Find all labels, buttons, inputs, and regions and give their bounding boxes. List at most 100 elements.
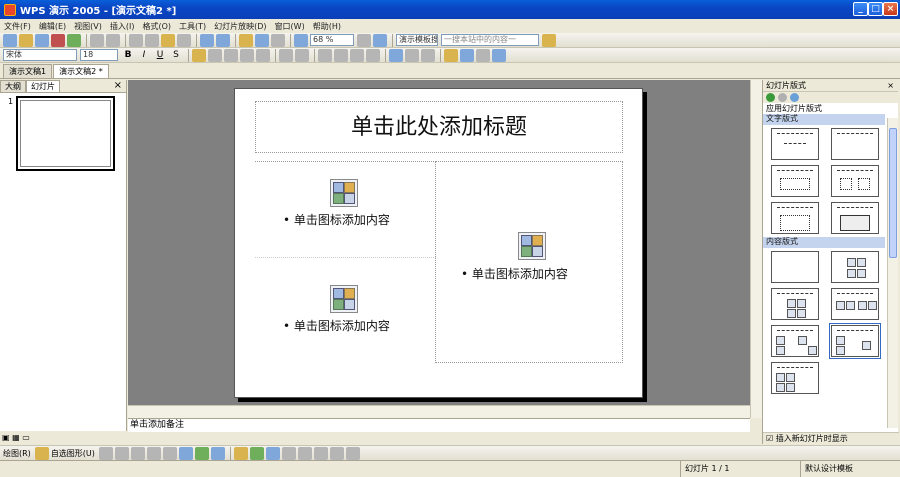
- close-icon[interactable]: ×: [887, 80, 894, 91]
- task-pane-scrollbar[interactable]: [887, 118, 898, 428]
- insert-content-icon[interactable]: [330, 285, 358, 313]
- shadow-icon[interactable]: [329, 446, 344, 460]
- zoom-fit-icon[interactable]: [357, 33, 371, 47]
- layout-title-list[interactable]: [771, 202, 819, 234]
- search-engine-select[interactable]: 演示模板搜索: [396, 34, 438, 46]
- undo-icon[interactable]: [200, 33, 214, 47]
- menu-edit[interactable]: 编辑(E): [39, 21, 66, 32]
- bullets-icon[interactable]: [295, 48, 309, 62]
- slideshow-icon[interactable]: [492, 48, 506, 62]
- maximize-button[interactable]: □: [868, 2, 883, 16]
- line-color-icon[interactable]: [249, 446, 264, 460]
- select-icon[interactable]: [34, 446, 49, 460]
- font-color-icon[interactable]: [389, 48, 403, 62]
- layout-blank[interactable]: [771, 251, 819, 283]
- line-icon[interactable]: [98, 446, 113, 460]
- layout-title-content[interactable]: [771, 288, 819, 320]
- format-painter-icon[interactable]: [177, 33, 191, 47]
- font-size-select[interactable]: 18: [80, 49, 118, 61]
- line-style-icon[interactable]: [281, 446, 296, 460]
- italic-button[interactable]: I: [137, 49, 151, 62]
- insert-content-icon[interactable]: [330, 179, 358, 207]
- menu-window[interactable]: 窗口(W): [275, 21, 305, 32]
- layout-icon[interactable]: [460, 48, 474, 62]
- layout-title-two-content[interactable]: [831, 288, 879, 320]
- decrease-font-icon[interactable]: [334, 48, 348, 62]
- arrow-icon[interactable]: [114, 446, 129, 460]
- clipart-icon[interactable]: [194, 446, 209, 460]
- print-preview-icon[interactable]: [106, 33, 120, 47]
- sorter-view-icon[interactable]: ▦: [12, 433, 20, 442]
- horizontal-scrollbar[interactable]: [128, 405, 750, 418]
- insert-image-icon[interactable]: [271, 33, 285, 47]
- slideshow-view-icon[interactable]: ▭: [22, 433, 30, 442]
- layout-title-four-content[interactable]: [771, 362, 819, 394]
- layout-title-content-text[interactable]: [771, 325, 819, 357]
- picture-icon[interactable]: [210, 446, 225, 460]
- menu-view[interactable]: 视图(V): [74, 21, 102, 32]
- close-button[interactable]: ×: [883, 2, 898, 16]
- close-icon[interactable]: ×: [114, 80, 122, 91]
- tab-slides[interactable]: 幻灯片: [26, 80, 60, 92]
- copy-icon[interactable]: [145, 33, 159, 47]
- doc-tab-active[interactable]: 演示文稿2 *: [53, 64, 109, 78]
- layout-title-table[interactable]: [831, 202, 879, 234]
- forward-icon[interactable]: [778, 93, 787, 102]
- notes-pane[interactable]: 单击添加备注: [128, 418, 750, 432]
- grid-icon[interactable]: [294, 33, 308, 47]
- font-select[interactable]: 宋体: [3, 49, 77, 61]
- bold-button[interactable]: B: [121, 49, 135, 62]
- save-icon[interactable]: [35, 33, 49, 47]
- home-icon[interactable]: [790, 93, 799, 102]
- arrow-style-icon[interactable]: [313, 446, 328, 460]
- open-icon[interactable]: [19, 33, 33, 47]
- pdf-icon[interactable]: [51, 33, 65, 47]
- textbox-icon[interactable]: [162, 446, 177, 460]
- print-icon[interactable]: [90, 33, 104, 47]
- doc-tab[interactable]: 演示文稿1: [3, 64, 53, 78]
- increase-font-icon[interactable]: [318, 48, 332, 62]
- slide-thumbnail[interactable]: [16, 96, 115, 171]
- new-icon[interactable]: [3, 33, 17, 47]
- title-placeholder[interactable]: 单击此处添加标题: [255, 101, 623, 153]
- shadow-button[interactable]: S: [169, 49, 183, 62]
- back-icon[interactable]: [766, 93, 775, 102]
- underline-button[interactable]: U: [153, 49, 167, 62]
- menu-insert[interactable]: 插入(I): [110, 21, 135, 32]
- numbering-icon[interactable]: [279, 48, 293, 62]
- scroll-thumb[interactable]: [889, 128, 897, 258]
- help-icon[interactable]: [373, 33, 387, 47]
- 3d-icon[interactable]: [345, 446, 360, 460]
- redo-icon[interactable]: [216, 33, 230, 47]
- search-input[interactable]: 一搜本站中的内容一: [441, 34, 539, 46]
- justify-icon[interactable]: [240, 48, 254, 62]
- content-placeholder-right[interactable]: [435, 161, 623, 363]
- menu-slideshow[interactable]: 幻灯片放映(D): [214, 21, 266, 32]
- vertical-scrollbar[interactable]: [750, 80, 762, 418]
- align-left-icon[interactable]: [192, 48, 206, 62]
- font-color-icon[interactable]: [265, 446, 280, 460]
- text-direction-icon[interactable]: [405, 48, 419, 62]
- fill-color-icon[interactable]: [233, 446, 248, 460]
- menu-tools[interactable]: 工具(T): [179, 21, 206, 32]
- layout-title-text[interactable]: [771, 165, 819, 197]
- show-on-insert-checkbox[interactable]: ☑ 插入新幻灯片时显示: [763, 432, 899, 444]
- minimize-button[interactable]: _: [853, 2, 868, 16]
- search-icon[interactable]: [542, 33, 556, 47]
- menu-format[interactable]: 格式(O): [142, 21, 171, 32]
- align-right-icon[interactable]: [224, 48, 238, 62]
- autoshapes-menu[interactable]: 自选图形(U): [51, 448, 95, 459]
- insert-chart-icon[interactable]: [239, 33, 253, 47]
- layout-title-only[interactable]: [771, 128, 819, 160]
- draw-menu[interactable]: 绘图(R): [3, 448, 31, 459]
- export-icon[interactable]: [67, 33, 81, 47]
- normal-view-icon[interactable]: ▣: [2, 433, 10, 442]
- menu-help[interactable]: 帮助(H): [313, 21, 341, 32]
- menu-file[interactable]: 文件(F): [4, 21, 31, 32]
- outdent-icon[interactable]: [366, 48, 380, 62]
- layout-title-three-content[interactable]: [829, 323, 881, 359]
- rectangle-icon[interactable]: [130, 446, 145, 460]
- slide-canvas[interactable]: 单击此处添加标题 • 单击图标添加内容 • 单击图标添加内容 • 单击图标添加内…: [234, 88, 643, 398]
- oval-icon[interactable]: [146, 446, 161, 460]
- insert-table-icon[interactable]: [255, 33, 269, 47]
